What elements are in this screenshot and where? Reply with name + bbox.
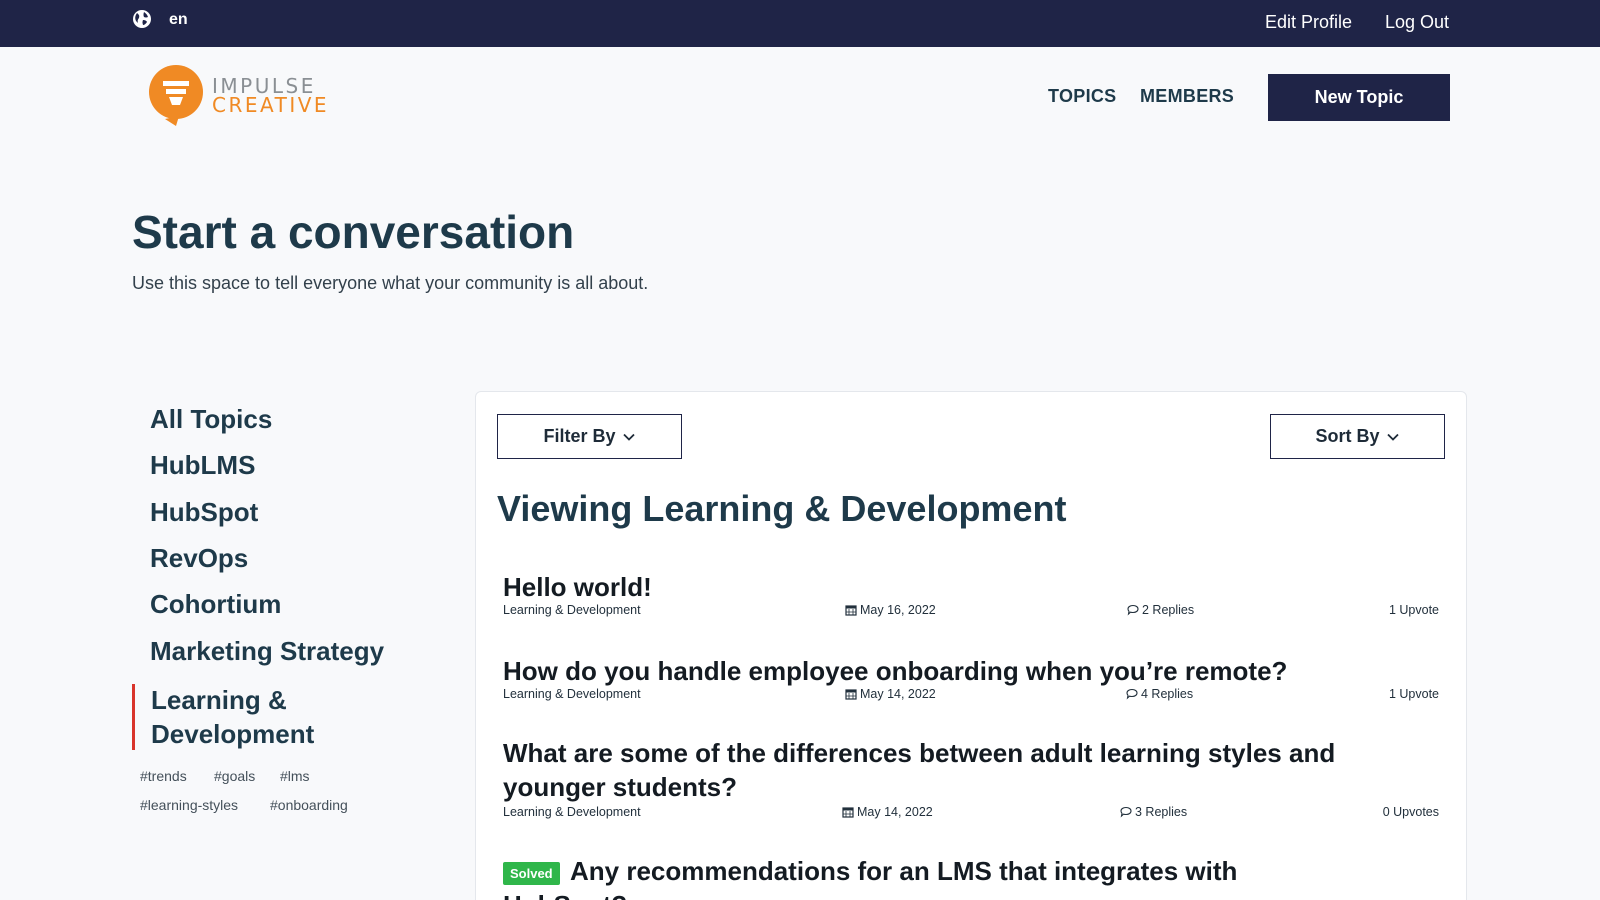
sidebar-item-cohortium[interactable]: Cohortium: [150, 589, 281, 620]
topics-panel: [475, 391, 1467, 900]
topic-date: May 16, 2022: [845, 603, 936, 617]
solved-badge: Solved: [503, 862, 560, 885]
chevron-down-icon: [622, 433, 635, 441]
sort-by-label: Sort By: [1315, 426, 1380, 446]
globe-icon[interactable]: [132, 9, 152, 29]
sidebar-item-marketing-strategy[interactable]: Marketing Strategy: [150, 636, 384, 667]
sidebar-item-all-topics[interactable]: All Topics: [150, 404, 272, 435]
topic-category[interactable]: Learning & Development: [503, 805, 641, 819]
topic-date-text: May 14, 2022: [860, 687, 936, 701]
topic-replies: 3 Replies: [1120, 805, 1187, 819]
sidebar-item-label: Learning &: [151, 685, 287, 715]
tag-goals[interactable]: #goals: [214, 768, 255, 784]
nav-members-link[interactable]: MEMBERS: [1140, 86, 1234, 107]
sidebar-item-revops[interactable]: RevOps: [150, 543, 248, 574]
filter-by-label: Filter By: [543, 426, 616, 446]
page-subtitle: Use this space to tell everyone what you…: [132, 273, 649, 293]
sidebar-item-hublms[interactable]: HubLMS: [150, 450, 255, 481]
sort-by-dropdown[interactable]: Sort By: [1270, 414, 1445, 459]
tag-lms[interactable]: #lms: [280, 768, 310, 784]
topic-title-line: What are some of the differences between…: [503, 738, 1336, 768]
tag-learning-styles[interactable]: #learning-styles: [140, 797, 238, 813]
page-title: Start a conversation: [132, 206, 575, 258]
comment-icon: [1126, 688, 1138, 700]
topic-title-line[interactable]: HubSpot?: [503, 888, 627, 900]
language-selector[interactable]: en: [169, 11, 188, 29]
topic-upvotes: 0 Upvotes: [1382, 805, 1439, 819]
topic-replies: 2 Replies: [1127, 603, 1194, 617]
new-topic-button[interactable]: New Topic: [1268, 74, 1450, 121]
sidebar-item-learning-development[interactable]: Learning & Development: [151, 683, 314, 751]
topic-title[interactable]: How do you handle employee onboarding wh…: [503, 654, 1287, 688]
nav-topics-link[interactable]: TOPICS: [1048, 86, 1116, 107]
topic-date-text: May 14, 2022: [857, 805, 933, 819]
topic-replies-text: 4 Replies: [1141, 687, 1194, 701]
topic-replies-text: 2 Replies: [1142, 603, 1195, 617]
log-out-link[interactable]: Log Out: [1385, 12, 1449, 33]
topic-replies-text: 3 Replies: [1135, 805, 1188, 819]
comment-icon: [1120, 806, 1132, 818]
topic-title[interactable]: Hello world!: [503, 570, 652, 604]
topic-date: May 14, 2022: [842, 805, 933, 819]
topic-title[interactable]: What are some of the differences between…: [503, 736, 1335, 804]
edit-profile-link[interactable]: Edit Profile: [1265, 12, 1352, 33]
calendar-icon: [845, 605, 857, 616]
topic-category[interactable]: Learning & Development: [503, 687, 641, 701]
calendar-icon: [842, 807, 854, 818]
chevron-down-icon: [1386, 433, 1399, 441]
sidebar-item-label: Development: [151, 719, 315, 749]
topic-upvotes: 1 Upvote: [1388, 687, 1439, 701]
sidebar-item-hubspot[interactable]: HubSpot: [150, 497, 258, 528]
logo-text-creative: CREATIVE: [212, 93, 330, 117]
topic-title-line: Any recommendations for an LMS that inte…: [570, 856, 1238, 886]
topic-date: May 14, 2022: [845, 687, 936, 701]
viewing-heading: Viewing Learning & Development: [497, 488, 1067, 529]
calendar-icon: [845, 689, 857, 700]
topic-category[interactable]: Learning & Development: [503, 603, 641, 617]
topic-date-text: May 16, 2022: [860, 603, 936, 617]
tag-onboarding[interactable]: #onboarding: [270, 797, 348, 813]
active-category-marker: [132, 684, 135, 750]
top-bar: [0, 0, 1600, 47]
topic-replies: 4 Replies: [1126, 687, 1193, 701]
tag-trends[interactable]: #trends: [140, 768, 187, 784]
topic-title[interactable]: Any recommendations for an LMS that inte…: [570, 854, 1237, 888]
comment-icon: [1127, 604, 1139, 616]
filter-by-dropdown[interactable]: Filter By: [497, 414, 682, 459]
topic-title-line: younger students?: [503, 772, 738, 802]
topic-upvotes: 1 Upvote: [1388, 603, 1439, 617]
